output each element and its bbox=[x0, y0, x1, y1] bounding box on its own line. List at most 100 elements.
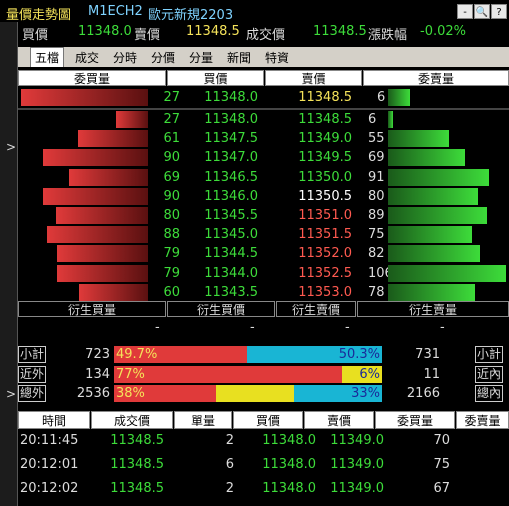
header-time[interactable]: 時間 bbox=[18, 411, 90, 429]
ask-volume-bar bbox=[388, 207, 487, 224]
header-ask-volume[interactable]: 委賣量 bbox=[456, 411, 509, 429]
tab-five-level[interactable]: 五檔 bbox=[30, 47, 64, 67]
header-unit-qty[interactable]: 單量 bbox=[174, 411, 232, 429]
bid-qty: 90 bbox=[163, 188, 180, 204]
book-row: 69 11346.5 11350.0 91 bbox=[18, 168, 509, 187]
symbol-code[interactable]: M1ECH2 bbox=[88, 4, 143, 19]
tab-volume[interactable]: 分量 bbox=[184, 49, 218, 67]
summary-row: 27 11348.0 11348.5 6 bbox=[18, 88, 509, 107]
derived-bid-price: - bbox=[250, 320, 255, 335]
tab-special[interactable]: 特資 bbox=[260, 49, 294, 67]
ask-qty: 6 bbox=[368, 112, 377, 127]
ask-price: 11350.5 bbox=[298, 188, 352, 204]
ask-volume-bar bbox=[388, 245, 480, 263]
stat-label-right[interactable]: 小計 bbox=[475, 346, 503, 363]
ask-volume-bar bbox=[388, 111, 393, 128]
trade-price: 11348.5 bbox=[110, 433, 164, 448]
book-row: 80 11345.5 11351.0 89 bbox=[18, 206, 509, 225]
ask-price: 11349.0 bbox=[298, 131, 352, 147]
stat-left-pct: 49.7% bbox=[116, 347, 158, 362]
summary-ask-bar bbox=[388, 89, 410, 106]
bid-qty: 61 bbox=[163, 131, 180, 147]
bid-qty: 27 bbox=[163, 112, 180, 127]
book-row: 27 11348.0 11348.5 6 bbox=[18, 110, 509, 129]
header-ask-qty: 委賣量 bbox=[363, 70, 509, 86]
bid-qty: 79 bbox=[163, 246, 180, 262]
expand-arrow-icon[interactable]: > bbox=[6, 140, 16, 154]
trade-qty: 2 bbox=[225, 433, 234, 448]
stat-left-pct: 38% bbox=[116, 386, 145, 401]
stat-right-value: 731 bbox=[415, 347, 440, 362]
book-row: 90 11346.0 11350.5 80 bbox=[18, 187, 509, 206]
tab-price[interactable]: 分價 bbox=[146, 49, 180, 67]
header-sell-price[interactable]: 賣價 bbox=[304, 411, 374, 429]
symbol-name: 歐元新規2203 bbox=[148, 8, 234, 23]
trade-ask: 11349.0 bbox=[330, 457, 384, 472]
trade-row: 20:12:01 11348.5 6 11348.0 11349.0 75 bbox=[18, 454, 509, 476]
bid-price: 11346.5 bbox=[204, 169, 258, 185]
sell-value: 11348.5 bbox=[186, 24, 240, 39]
bid-qty: 60 bbox=[163, 284, 180, 300]
stat-label-right[interactable]: 近內 bbox=[475, 365, 503, 383]
stat-label-left[interactable]: 近外 bbox=[18, 365, 46, 383]
stat-left-value: 723 bbox=[85, 347, 110, 362]
summary-ask-price: 11348.5 bbox=[298, 90, 352, 105]
trade-time: 20:12:01 bbox=[20, 457, 79, 472]
trade-time: 20:11:45 bbox=[20, 433, 79, 448]
book-row: 60 11343.5 11353.0 78 bbox=[18, 283, 509, 302]
trade-bid: 11348.0 bbox=[262, 457, 316, 472]
ask-price: 11348.5 bbox=[298, 112, 352, 127]
change-value: -0.02% bbox=[420, 24, 466, 39]
bid-price: 11344.0 bbox=[204, 265, 258, 281]
trade-ask: 11349.0 bbox=[330, 481, 384, 496]
help-icon[interactable]: ? bbox=[491, 4, 507, 19]
header-trade-price[interactable]: 成交價 bbox=[91, 411, 173, 429]
tab-news[interactable]: 新聞 bbox=[222, 49, 256, 67]
ask-volume-bar bbox=[388, 168, 489, 186]
stat-label-left[interactable]: 總外 bbox=[18, 385, 46, 402]
trade-bid: 11348.0 bbox=[262, 433, 316, 448]
tab-trades[interactable]: 成交 bbox=[70, 49, 104, 67]
bid-price: 11346.0 bbox=[204, 188, 258, 204]
header-ask-price: 賣價 bbox=[265, 70, 362, 86]
derived-ask-price: - bbox=[345, 320, 350, 335]
stat-label-right[interactable]: 總內 bbox=[475, 385, 503, 402]
stat-right-value: 11 bbox=[423, 366, 440, 382]
bid-qty: 80 bbox=[163, 208, 180, 223]
buy-value: 11348.0 bbox=[78, 24, 132, 39]
stat-bar-segment bbox=[216, 385, 294, 402]
change-label: 漲跌幅 bbox=[368, 28, 408, 43]
derived-ask-qty: - bbox=[440, 320, 445, 335]
minimize-icon[interactable]: - bbox=[457, 4, 473, 19]
expand-arrow-icon[interactable]: > bbox=[6, 387, 16, 401]
tab-time[interactable]: 分時 bbox=[108, 49, 142, 67]
derived-bid-qty: - bbox=[155, 320, 160, 335]
book-row: 79 11344.5 11352.0 82 bbox=[18, 244, 509, 263]
bid-qty: 79 bbox=[163, 265, 180, 281]
trade-ask: 11349.0 bbox=[330, 433, 384, 448]
summary-bid-price: 11348.0 bbox=[204, 90, 258, 105]
left-strip[interactable] bbox=[0, 22, 18, 506]
ask-price: 11352.5 bbox=[298, 265, 352, 281]
ask-volume-bar bbox=[388, 130, 449, 148]
sell-label: 賣價 bbox=[134, 28, 161, 43]
search-icon[interactable]: 🔍 bbox=[474, 4, 490, 19]
stat-right-pct: 33% bbox=[351, 386, 380, 401]
buy-label: 買價 bbox=[22, 28, 49, 43]
ask-price: 11351.0 bbox=[298, 208, 352, 223]
derived-header-bid-price: 衍生買價 bbox=[167, 301, 275, 317]
header-buy-price[interactable]: 買價 bbox=[233, 411, 303, 429]
stat-label-left[interactable]: 小計 bbox=[18, 346, 46, 363]
stat-left-value: 2536 bbox=[76, 386, 110, 401]
bid-qty: 69 bbox=[163, 169, 180, 185]
bid-price: 11348.0 bbox=[204, 112, 258, 127]
ask-price: 11350.0 bbox=[298, 169, 352, 185]
title-bar: 量價走勢圖 M1ECH2 歐元新規2203 - 🔍 ? bbox=[0, 0, 509, 23]
ask-price: 11352.0 bbox=[298, 246, 352, 262]
ask-volume-bar bbox=[388, 264, 506, 282]
header-bid-volume[interactable]: 委買量 bbox=[375, 411, 455, 429]
stat-right-value: 2166 bbox=[406, 386, 440, 401]
bid-qty: 90 bbox=[163, 150, 180, 166]
derived-header-bid-qty: 衍生買量 bbox=[18, 301, 166, 317]
book-row: 90 11347.0 11349.5 69 bbox=[18, 148, 509, 167]
